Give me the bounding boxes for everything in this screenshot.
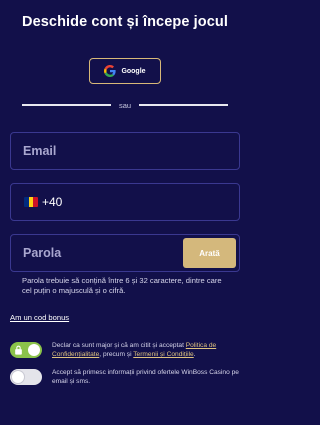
divider-line-right (139, 104, 228, 106)
password-field[interactable]: Parola Arată (10, 234, 240, 272)
toggle-knob (28, 344, 40, 356)
toggle-knob (12, 371, 24, 383)
phone-country-code: +40 (42, 195, 63, 209)
terms-toggle[interactable] (10, 342, 42, 358)
divider-line-left (22, 104, 111, 106)
phone-field[interactable]: +40 (10, 183, 240, 221)
google-signup-button[interactable]: Google (89, 58, 161, 84)
or-divider: sau (22, 99, 228, 111)
page-title: Deschide cont și începe jocul (22, 14, 228, 30)
email-field[interactable]: Email (10, 132, 240, 170)
terms-text-part: . (193, 351, 196, 358)
romania-flag-icon[interactable] (24, 197, 38, 207)
bonus-code-link[interactable]: Am un cod bonus (10, 313, 69, 322)
email-placeholder: Email (23, 144, 57, 158)
terms-consent-text: Declar ca sunt major și că am citit și a… (52, 341, 242, 359)
terms-conditions-link[interactable]: Termenii și Condițiile (133, 351, 193, 358)
divider-text: sau (118, 100, 132, 110)
offers-consent-text: Accept să primesc informații privind ofe… (52, 369, 239, 385)
google-button-label: Google (121, 67, 146, 75)
terms-text-part: Declar ca sunt major și că am citit și a… (52, 342, 186, 349)
password-placeholder: Parola (23, 246, 62, 260)
offers-toggle[interactable] (10, 369, 42, 385)
password-hint: Parola trebuie să conțină între 6 și 32 … (22, 276, 222, 295)
lock-icon (15, 345, 22, 355)
terms-text-part: , precum și (99, 351, 134, 358)
show-password-button[interactable]: Arată (183, 238, 236, 268)
google-icon (104, 65, 117, 77)
